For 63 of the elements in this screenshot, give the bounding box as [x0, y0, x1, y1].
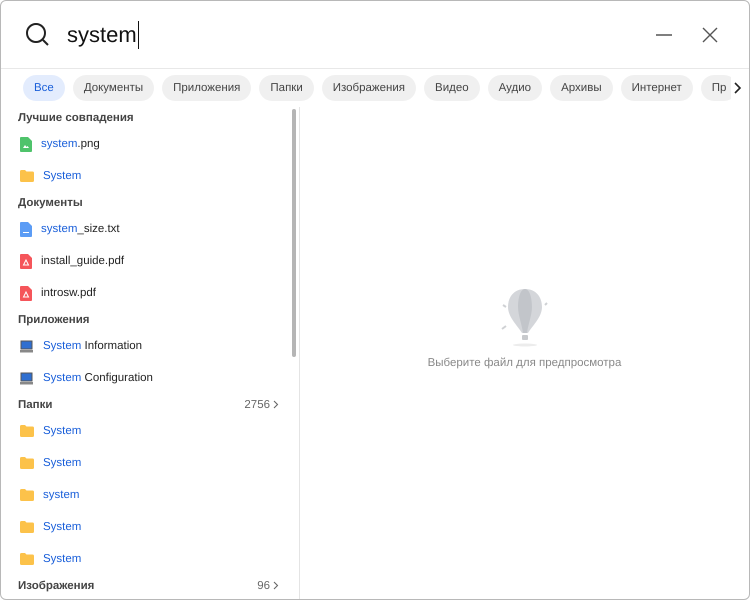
result-item[interactable]: introsw.pdf — [1, 277, 289, 309]
pdf-file-icon — [20, 286, 32, 300]
preview-hint: Выберите файл для предпросмотра — [428, 357, 622, 369]
filter-tab[interactable]: Архивы — [550, 75, 613, 101]
computer-icon — [20, 372, 34, 384]
result-item[interactable]: System — [1, 511, 289, 543]
filter-tab[interactable]: Приложения — [162, 75, 252, 101]
filter-tab[interactable]: Пр — [700, 75, 731, 101]
text-file-icon — [20, 222, 32, 236]
result-name: System Configuration — [43, 372, 153, 384]
chevron-right-icon — [273, 400, 279, 409]
filter-tab[interactable]: Изображения — [322, 75, 416, 101]
chevron-right-icon — [273, 581, 279, 590]
folder-icon — [20, 553, 34, 565]
result-item[interactable]: System — [1, 160, 289, 192]
result-item[interactable]: System — [1, 447, 289, 479]
chevron-right-icon[interactable] — [734, 82, 742, 94]
result-name: system_size.txt — [41, 223, 120, 235]
section-heading: Приложения — [18, 314, 90, 326]
section-heading: Документы — [18, 196, 83, 208]
result-item[interactable]: System Configuration — [1, 362, 289, 394]
result-count[interactable]: 2756 — [244, 398, 279, 410]
result-name: introsw.pdf — [41, 287, 96, 299]
close-icon — [701, 26, 719, 44]
search-field[interactable]: system — [67, 14, 633, 54]
scrollbar[interactable] — [292, 109, 296, 357]
section-heading: Лучшие совпадения — [18, 112, 134, 124]
hot-air-balloon-icon — [500, 287, 550, 347]
filter-tab[interactable]: Интернет — [620, 75, 693, 101]
section-heading: Папки — [18, 398, 52, 410]
result-name: System Information — [43, 340, 142, 352]
folder-icon — [20, 521, 34, 533]
result-name: system — [43, 489, 80, 501]
result-item[interactable]: install_guide.pdf — [1, 245, 289, 277]
result-item[interactable]: System — [1, 415, 289, 447]
result-name: System — [43, 170, 82, 182]
result-name: System — [43, 553, 82, 565]
result-name: System — [43, 457, 82, 469]
result-item[interactable]: system — [1, 479, 289, 511]
folder-icon — [20, 457, 34, 469]
minimize-icon — [655, 34, 673, 36]
result-item[interactable]: System — [1, 543, 289, 575]
filter-tab[interactable]: Видео — [424, 75, 480, 101]
folder-icon — [20, 489, 34, 501]
result-name: System — [43, 425, 82, 437]
result-item[interactable]: System Information — [1, 330, 289, 362]
filter-tab[interactable]: Документы — [72, 75, 154, 101]
result-item[interactable]: system.png — [1, 128, 289, 160]
filter-tab[interactable]: Все — [23, 75, 65, 101]
filter-tab[interactable]: Аудио — [488, 75, 542, 101]
search-icon — [25, 22, 51, 48]
folder-icon — [20, 425, 34, 437]
result-item[interactable]: system_size.txt — [1, 213, 289, 245]
computer-icon — [20, 340, 34, 352]
section-heading: Изображения — [18, 580, 94, 592]
result-count[interactable]: 96 — [257, 580, 279, 592]
result-name: install_guide.pdf — [41, 255, 124, 267]
filter-tab[interactable]: Папки — [259, 75, 314, 101]
result-name: system.png — [41, 138, 100, 150]
result-name: System — [43, 521, 82, 533]
folder-icon — [20, 170, 34, 182]
image-file-icon — [20, 136, 32, 152]
pdf-file-icon — [20, 254, 32, 268]
